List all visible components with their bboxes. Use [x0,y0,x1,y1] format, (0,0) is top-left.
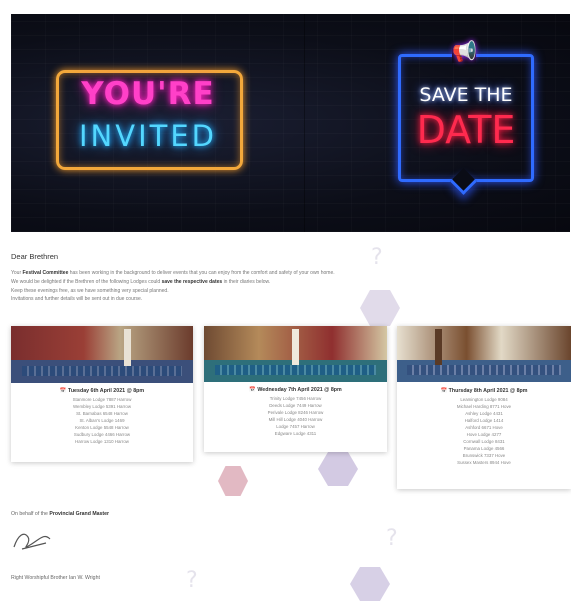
lodge-list-item: Ashford 6671 Hove [465,425,503,430]
lodge-room-photo [11,326,193,383]
megaphone-icon: 📢 [452,41,477,63]
lodge-room-photo [397,326,571,382]
invited-text: INVITED [78,119,217,153]
lodge-list-item: Sussex Masters 8944 Hove [457,460,511,465]
lodge-list-item: St. Barnabas 6548 Harrow [76,411,128,416]
lodge-list-item: Ashley Lodge 4431 [465,411,503,416]
greeting: Dear Brethren [11,252,59,261]
lodge-list-item: Wembley Lodge 5391 Harrow [72,404,131,409]
event-date: 📅 Thursday 8th April 2021 @ 8pm [440,388,528,394]
background-hexagon [318,452,358,486]
lodge-list-item: Stanmore Lodge 7887 Harrow [72,397,132,402]
background-question-mark: ? [371,245,383,270]
lodge-list-item: St. Alban's Lodge 1469 [79,418,125,423]
paragraph-line-1: Your Festival Committee has been working… [11,270,335,276]
on-behalf-line: On behalf of the Provincial Grand Master [11,511,110,517]
event-date: 📅 Tuesday 6th April 2021 @ 8pm [59,388,145,394]
lodge-list-item: Hove Lodge 4277 [466,432,502,437]
background-hexagon [218,466,248,496]
lodge-list-item: Panama Lodge 4566 [463,446,505,451]
lodge-list-item: Harrow Lodge 1310 Harrow [75,439,129,444]
lodge-list-item: Deeds Lodge 7449 Harrow [269,403,322,408]
date-text: DATE [416,108,516,152]
lodge-list-item: Kenton Lodge 5548 Harrow [75,425,129,430]
lodge-list-item: Lodge 7457 Harrow [276,424,315,429]
lodge-list-item: Halford Lodge 1414 [464,418,504,423]
lodge-list-item: Leamington Lodge 9084 [460,397,508,402]
lodge-list-item: Brunswick 7337 Hove [462,453,506,458]
background-question-mark: ? [386,526,398,551]
lodge-list-item: Sudbury Lodge 4466 Harrow [73,432,131,437]
event-card-thursday: 📅 Thursday 8th April 2021 @ 8pm Leamingt… [397,326,571,489]
banner-divider [304,14,305,232]
lodge-list-item: Michael Harding 8771 Hove [456,404,512,409]
event-card-tuesday: 📅 Tuesday 6th April 2021 @ 8pm Stanmore … [11,326,193,462]
lodge-list-item: Mill Hill Lodge 4040 Harrow [268,417,323,422]
youre-text: YOU'RE [81,76,215,112]
event-date: 📅 Wednesday 7th April 2021 @ 8pm [249,387,342,393]
paragraph-line-3: Keep these evenings free, as we have som… [11,288,169,294]
paragraph-line-4: Invitations and further details will be … [11,296,143,302]
background-question-mark: ? [186,568,198,593]
lodge-room-photo [204,326,387,382]
save-the-text: SAVE THE [419,84,513,106]
lodge-list-item: Perivale Lodge 8246 Harrow [267,410,324,415]
lodge-list-item: Edgware Lodge 4311 [274,431,317,436]
signature-mark [13,533,51,550]
lodge-list-item: Trinity Lodge 7456 Harrow [269,396,322,401]
signatory-name: Right Worshipful Brother Ian W. Wright [11,575,100,581]
event-card-wednesday: 📅 Wednesday 7th April 2021 @ 8pm Trinity… [204,326,387,452]
paragraph-line-2: We would be delighted if the Brethren of… [11,279,271,285]
lodge-list-item: Cornwall Lodge 8431 [463,439,505,444]
